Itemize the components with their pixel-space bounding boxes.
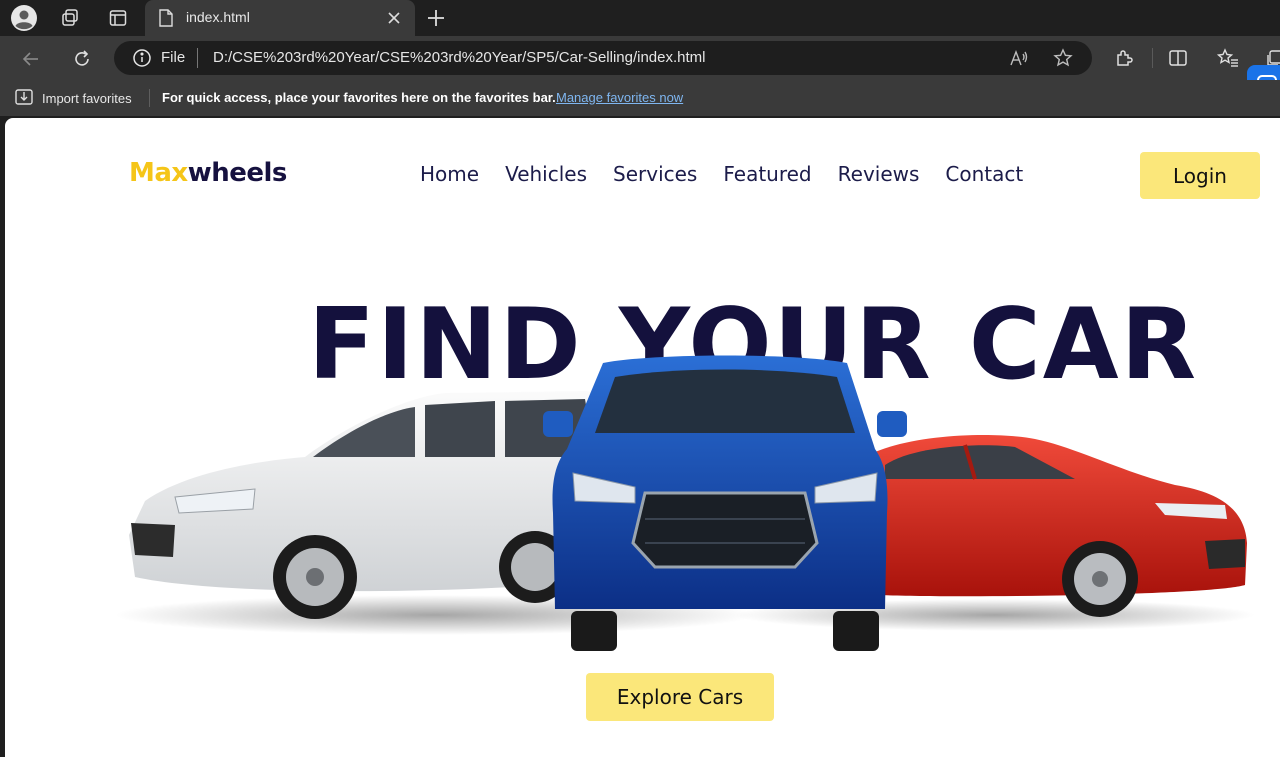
tab-title: index.html — [186, 9, 250, 25]
logo-max: Max — [129, 158, 188, 188]
favorites-hint: For quick access, place your favorites h… — [162, 90, 556, 105]
favorites-list-icon[interactable] — [1215, 45, 1241, 71]
hero-cars-image — [115, 355, 1255, 651]
browser-tab-bar: index.html — [0, 0, 1280, 36]
nav-featured[interactable]: Featured — [723, 162, 811, 186]
refresh-icon[interactable] — [67, 44, 97, 74]
extensions-icon[interactable] — [1111, 45, 1137, 71]
active-tab[interactable]: index.html — [145, 0, 415, 36]
login-button[interactable]: Login — [1140, 152, 1260, 199]
favorites-bar: Import favorites For quick access, place… — [0, 80, 1280, 116]
favorite-star-icon[interactable] — [1051, 47, 1075, 69]
split-screen-icon[interactable] — [1165, 45, 1191, 71]
import-favorites-button[interactable]: Import favorites — [14, 88, 132, 109]
workspaces-icon[interactable] — [56, 4, 84, 32]
site-info-icon[interactable] — [132, 48, 152, 73]
explore-cars-button[interactable]: Explore Cars — [586, 673, 774, 721]
favorites-divider — [149, 89, 150, 107]
new-tab-icon[interactable] — [422, 4, 450, 32]
nav-contact[interactable]: Contact — [945, 162, 1023, 186]
url-scheme: File — [161, 49, 186, 66]
address-bar[interactable]: File D:/CSE%203rd%20Year/CSE%203rd%20Yea… — [114, 41, 1092, 75]
toolbar-divider — [1152, 48, 1153, 68]
main-nav: Home Vehicles Services Featured Reviews … — [420, 162, 1023, 186]
back-arrow-icon[interactable] — [16, 44, 46, 74]
read-aloud-icon[interactable] — [1007, 47, 1031, 69]
profile-avatar-icon[interactable] — [10, 4, 38, 32]
address-divider — [197, 48, 198, 68]
red-car — [855, 434, 1247, 617]
nav-services[interactable]: Services — [613, 162, 697, 186]
import-favorites-label: Import favorites — [42, 91, 132, 106]
browser-toolbar: File D:/CSE%203rd%20Year/CSE%203rd%20Yea… — [0, 36, 1280, 80]
nav-home[interactable]: Home — [420, 162, 479, 186]
nav-reviews[interactable]: Reviews — [838, 162, 920, 186]
close-tab-icon[interactable] — [381, 5, 407, 31]
url-text[interactable]: D:/CSE%203rd%20Year/CSE%203rd%20Year/SP5… — [213, 49, 706, 66]
blue-car — [543, 355, 907, 651]
file-page-icon — [159, 9, 173, 32]
nav-vehicles[interactable]: Vehicles — [505, 162, 587, 186]
manage-favorites-link[interactable]: Manage favorites now — [556, 90, 683, 105]
tab-actions-icon[interactable] — [104, 4, 132, 32]
web-page: Maxwheels Home Vehicles Services Feature… — [5, 118, 1280, 757]
import-favorites-icon — [14, 88, 34, 109]
logo-wheels: wheels — [187, 158, 288, 188]
site-logo[interactable]: Maxwheels — [129, 158, 287, 188]
